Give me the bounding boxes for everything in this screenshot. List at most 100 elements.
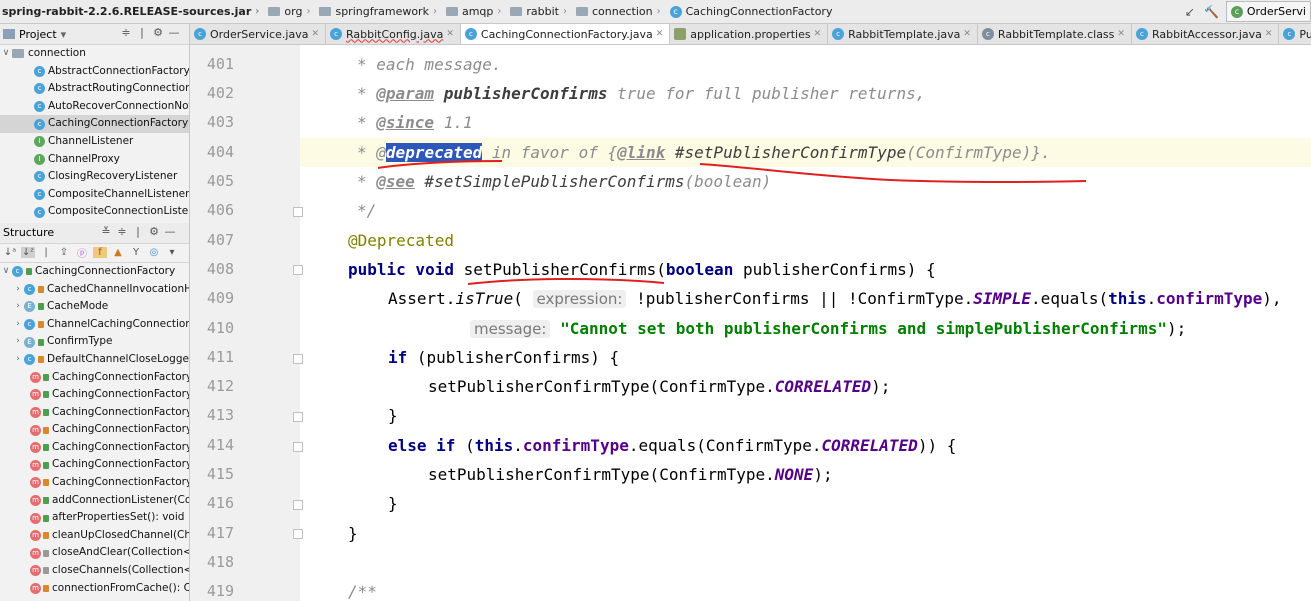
- tab-cachingconnectionfactory[interactable]: c CachingConnectionFactory.java ✕: [460, 24, 671, 44]
- tree-item[interactable]: c CompositeConnectionListene: [0, 203, 189, 221]
- tab-rabbitaccessor[interactable]: c RabbitAccessor.java ✕: [1132, 24, 1280, 44]
- chevron-down-icon[interactable]: ▾: [61, 28, 67, 41]
- tab-rabbitconfig[interactable]: c RabbitConfig.java ✕: [326, 24, 461, 44]
- sort-alpha-icon[interactable]: ↓ᵃ: [3, 247, 17, 258]
- method-icon: m: [30, 406, 41, 418]
- collapse-icon[interactable]: ≑: [114, 225, 130, 238]
- toolbar-right: ↙ 🔨 c OrderServi: [1179, 0, 1311, 23]
- underline-deprecated: [377, 160, 503, 169]
- breadcrumb-org[interactable]: org ›: [265, 5, 316, 18]
- method-icon: m: [30, 442, 41, 454]
- tree-item[interactable]: c AbstractConnectionFactory: [0, 63, 189, 81]
- public-icon: [43, 496, 49, 504]
- fields-icon[interactable]: f: [93, 247, 107, 259]
- arrow-back-icon[interactable]: ↙: [1179, 1, 1201, 23]
- collapse-icon[interactable]: ≑: [118, 26, 134, 39]
- show-inherited-icon[interactable]: ⇪: [57, 247, 71, 258]
- filter-icon[interactable]: Y: [129, 247, 143, 258]
- close-icon[interactable]: ✕: [446, 29, 454, 39]
- structure-member[interactable]: m addConnectionListener(Co: [0, 492, 189, 510]
- breadcrumb-amqp[interactable]: amqp ›: [443, 5, 507, 18]
- autoscroll-icon[interactable]: ◎: [147, 247, 161, 258]
- structure-root[interactable]: ∨ c CachingConnectionFactory: [0, 263, 189, 281]
- structure-nested-class[interactable]: › c CachedChannelInvocationH: [0, 281, 189, 299]
- breadcrumb-connection[interactable]: connection ›: [573, 5, 667, 18]
- properties-icon[interactable]: ⓟ: [75, 245, 89, 260]
- close-icon[interactable]: ✕: [1117, 29, 1125, 39]
- non-public-icon[interactable]: ▲: [111, 247, 125, 258]
- tree-item[interactable]: c AutoRecoverConnectionNotC: [0, 98, 189, 116]
- gear-icon[interactable]: ⚙: [150, 26, 166, 39]
- structure-panel-header[interactable]: Structure ≚ ≑ | ⚙ —: [0, 222, 189, 244]
- tab-orderservice[interactable]: c OrderService.java ✕: [190, 24, 327, 44]
- method-icon: m: [30, 477, 41, 489]
- interface-icon: I: [34, 136, 45, 148]
- structure-member[interactable]: m connectionFromCache(): Co: [0, 580, 189, 598]
- breadcrumb-class[interactable]: c CachingConnectionFactory: [667, 5, 836, 18]
- tab-publishercallback[interactable]: cPublisherCallbackC: [1279, 24, 1311, 44]
- chevron-down-icon[interactable]: ▾: [165, 247, 179, 258]
- protected-icon: [43, 567, 49, 575]
- structure-member[interactable]: m CachingConnectionFactory(: [0, 386, 189, 404]
- tree-item[interactable]: c CompositeChannelListener: [0, 186, 189, 204]
- tree-item[interactable]: c AbstractRoutingConnectionFa: [0, 80, 189, 98]
- close-icon[interactable]: ✕: [656, 29, 664, 39]
- breadcrumb-jar[interactable]: spring-rabbit-2.2.6.RELEASE-sources.jar ›: [0, 5, 265, 18]
- project-tree: ∨ connection c AbstractConnectionFactory c…: [0, 45, 189, 221]
- structure-nested-enum[interactable]: › E ConfirmType: [0, 333, 189, 351]
- close-icon[interactable]: ✕: [963, 29, 971, 39]
- tree-item[interactable]: I ChannelListener: [0, 133, 189, 151]
- properties-file-icon: [674, 28, 687, 40]
- close-icon[interactable]: ✕: [311, 29, 319, 39]
- structure-member[interactable]: m afterPropertiesSet(): void: [0, 509, 189, 527]
- close-icon[interactable]: ✕: [814, 29, 822, 39]
- project-panel-header[interactable]: Project ▾ ≑ | ⚙ —: [0, 24, 189, 45]
- class-icon: c: [34, 206, 45, 218]
- tab-rabbittemplate-java[interactable]: c RabbitTemplate.java ✕: [828, 24, 978, 44]
- divider: |: [136, 224, 140, 238]
- tree-item[interactable]: c ClosingRecoveryListener: [0, 168, 189, 186]
- public-icon: [26, 268, 32, 276]
- class-icon: c: [12, 266, 23, 278]
- class-icon: c: [1135, 28, 1148, 40]
- public-icon: [43, 391, 49, 399]
- gear-icon[interactable]: ⚙: [146, 225, 162, 238]
- close-icon[interactable]: ✕: [1265, 29, 1273, 39]
- public-icon: [43, 408, 49, 416]
- tab-rabbittemplate-class[interactable]: c RabbitTemplate.class ✕: [978, 24, 1132, 44]
- structure-nested-enum[interactable]: › E CacheMode: [0, 298, 189, 316]
- code-editor[interactable]: 401 402 403 404 405 406 407 408 409 410 …: [190, 45, 1311, 601]
- public-icon: [38, 338, 44, 346]
- expand-icon[interactable]: ≚: [98, 225, 114, 238]
- tree-folder-connection[interactable]: ∨ connection: [0, 45, 189, 63]
- structure-member[interactable]: m CachingConnectionFactory(: [0, 439, 189, 457]
- class-icon: c: [34, 171, 45, 183]
- hide-icon[interactable]: —: [166, 26, 182, 39]
- tree-item[interactable]: I ChannelProxy: [0, 151, 189, 169]
- structure-member[interactable]: m closeChannels(Collection<C: [0, 562, 189, 580]
- structure-member[interactable]: m CachingConnectionFactory(: [0, 456, 189, 474]
- breadcrumb-rabbit[interactable]: rabbit ›: [507, 5, 573, 18]
- structure-member[interactable]: m CachingConnectionFactory(: [0, 421, 189, 439]
- structure-member[interactable]: m CachingConnectionFactory(: [0, 369, 189, 387]
- breadcrumb-springframework[interactable]: springframework ›: [316, 5, 442, 18]
- structure-nested-class[interactable]: › c ChannelCachingConnection: [0, 316, 189, 334]
- method-icon: m: [30, 389, 41, 401]
- structure-nested-class[interactable]: › c DefaultChannelCloseLogge: [0, 351, 189, 369]
- structure-member[interactable]: m cleanUpClosedChannel(Cha: [0, 527, 189, 545]
- class-icon: c: [34, 83, 45, 95]
- editor-tabs: c OrderService.java ✕ c RabbitConfig.java ✕ …: [190, 24, 1311, 45]
- tab-application-properties[interactable]: application.properties ✕: [670, 24, 829, 44]
- enum-icon: E: [24, 301, 35, 313]
- interface-icon: I: [34, 153, 45, 165]
- hide-icon[interactable]: —: [162, 225, 178, 238]
- structure-member[interactable]: m CachingConnectionFactory(: [0, 474, 189, 492]
- run-config-select[interactable]: c OrderServi: [1225, 1, 1311, 22]
- structure-member[interactable]: m CachingConnectionFactory(: [0, 404, 189, 422]
- tree-item-selected[interactable]: c CachingConnectionFactory: [0, 115, 189, 133]
- hammer-icon[interactable]: 🔨: [1201, 1, 1223, 23]
- sort-visibility-icon[interactable]: ↓ᶻ: [21, 247, 35, 259]
- structure-member[interactable]: m closeAndClear(Collection<C: [0, 544, 189, 562]
- private-icon: [43, 426, 49, 434]
- chevron-right-icon: ›: [16, 318, 20, 329]
